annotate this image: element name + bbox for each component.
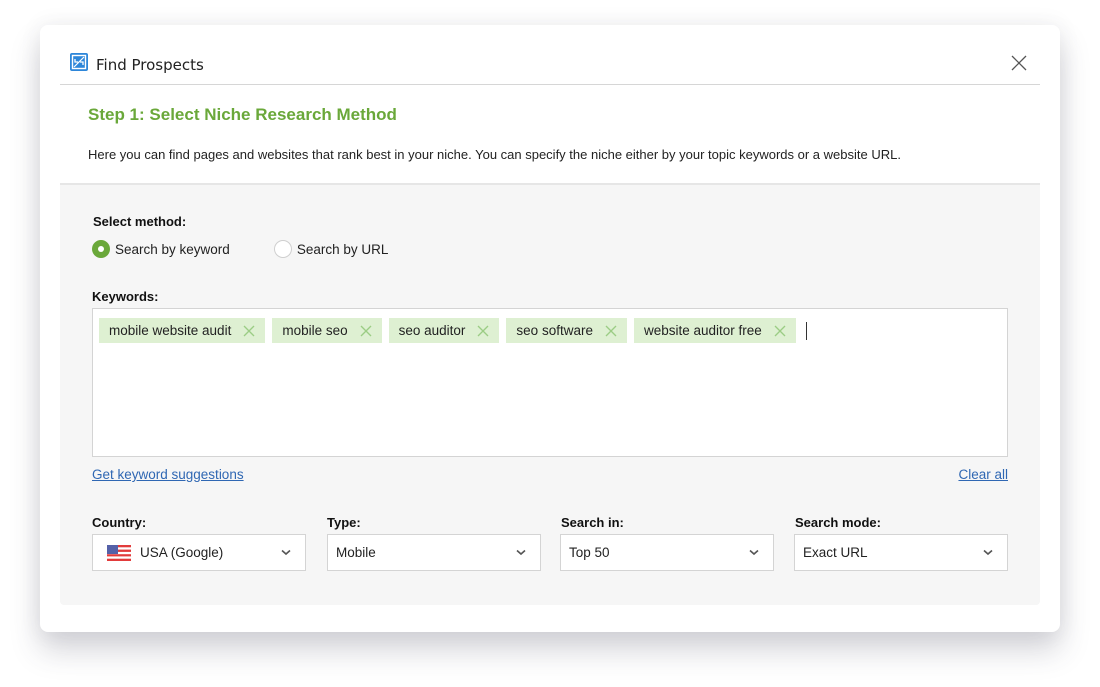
radio-search-by-keyword[interactable]: Search by keyword (92, 240, 230, 258)
remove-tag-icon[interactable] (774, 325, 786, 337)
remove-tag-icon[interactable] (360, 325, 372, 337)
search-in-label: Search in: (561, 515, 624, 530)
get-keyword-suggestions-link[interactable]: Get keyword suggestions (92, 467, 244, 482)
chevron-down-icon (983, 549, 993, 556)
close-button[interactable] (1010, 54, 1028, 72)
keyword-tag-label: seo software (516, 323, 593, 338)
keyword-tag: seo auditor (388, 318, 500, 343)
chevron-down-icon (281, 549, 291, 556)
keyword-tag-label: mobile seo (282, 323, 348, 338)
type-value: Mobile (336, 545, 376, 560)
close-icon (1011, 55, 1027, 71)
country-value: USA (Google) (140, 545, 224, 560)
type-select[interactable]: Mobile (327, 534, 541, 571)
search-mode-label: Search mode: (795, 515, 881, 530)
search-in-select[interactable]: Top 50 (560, 534, 774, 571)
keyword-tag-label: mobile website audit (109, 323, 232, 338)
dialog-titlebar: Find Prospects (60, 25, 1040, 85)
find-prospects-app-icon (70, 53, 88, 71)
remove-tag-icon[interactable] (605, 325, 617, 337)
radio-unchecked-icon (273, 240, 292, 258)
keywords-label: Keywords: (92, 289, 159, 304)
keyword-tag: website auditor free (633, 318, 796, 343)
step-description: Here you can find pages and websites tha… (88, 147, 901, 162)
text-caret (805, 322, 807, 340)
keyword-tag: seo software (506, 318, 627, 343)
keyword-tag: mobile seo (272, 318, 382, 343)
country-select[interactable]: USA (Google) (92, 534, 306, 571)
search-mode-value: Exact URL (803, 545, 868, 560)
step-header: Step 1: Select Niche Research Method Her… (88, 105, 1028, 162)
type-label: Type: (327, 515, 361, 530)
us-flag-icon (107, 544, 131, 561)
search-mode-select[interactable]: Exact URL (794, 534, 1008, 571)
keyword-tag-label: seo auditor (398, 323, 466, 338)
chevron-down-icon (516, 549, 526, 556)
chevron-down-icon (749, 549, 759, 556)
settings-panel: Select method: Search by keyword Search … (60, 185, 1040, 605)
radio-label: Search by keyword (115, 241, 230, 257)
select-method-label: Select method: (93, 214, 187, 229)
step-title: Step 1: Select Niche Research Method (88, 105, 397, 124)
keywords-input[interactable]: mobile website audit mobile seo seo audi… (92, 308, 1008, 457)
clear-all-link[interactable]: Clear all (958, 467, 1008, 482)
radio-label: Search by URL (296, 241, 389, 257)
keyword-tag-label: website auditor free (643, 323, 762, 338)
find-prospects-dialog: Find Prospects Step 1: Select Niche Rese… (40, 25, 1060, 632)
search-in-value: Top 50 (569, 545, 610, 560)
remove-tag-icon[interactable] (477, 325, 489, 337)
country-label: Country: (92, 515, 147, 530)
remove-tag-icon[interactable] (243, 325, 255, 337)
dialog-title: Find Prospects (96, 56, 204, 74)
keyword-tag: mobile website audit (99, 318, 266, 343)
method-radio-group: Search by keyword Search by URL (92, 240, 432, 258)
radio-checked-icon (92, 240, 110, 258)
radio-search-by-url[interactable]: Search by URL (273, 240, 389, 258)
